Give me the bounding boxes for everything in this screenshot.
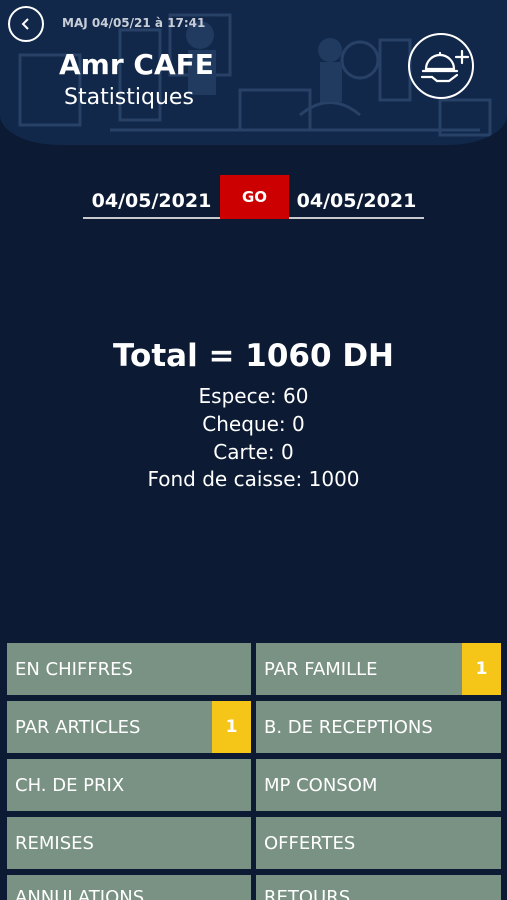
total-amount: Total = 1060 DH	[113, 338, 394, 374]
menu-label: ANNULATIONS	[15, 887, 145, 900]
count-badge: 1	[462, 643, 501, 695]
menu-retours-button[interactable]: RETOURS	[256, 875, 501, 900]
menu-remises-button[interactable]: REMISES	[7, 817, 251, 869]
menu-offertes-button[interactable]: OFFERTES	[256, 817, 501, 869]
stat-espece: Espece: 60	[198, 384, 309, 408]
menu-mp-consom-button[interactable]: MP CONSOM	[256, 759, 501, 811]
cloche-plus-icon	[420, 49, 470, 83]
header: MAJ 04/05/21 à 17:41 Amr CAFE Statistiqu…	[0, 0, 507, 145]
menu-label: B. DE RECEPTIONS	[264, 716, 433, 738]
page-subtitle: Statistiques	[64, 85, 194, 110]
menu-label: EN CHIFFRES	[15, 658, 133, 680]
last-update-text: MAJ 04/05/21 à 17:41	[62, 16, 206, 30]
chevron-left-icon	[21, 18, 29, 30]
menu-changement-prix-button[interactable]: CH. DE PRIX	[7, 759, 251, 811]
date-to-field[interactable]: 04/05/2021	[289, 185, 424, 219]
date-from-field[interactable]: 04/05/2021	[83, 185, 220, 219]
app-title: Amr CAFE	[59, 48, 214, 81]
menu-label: PAR FAMILLE	[264, 658, 378, 680]
stat-fond-caisse: Fond de caisse: 1000	[147, 467, 360, 491]
menu-label: CH. DE PRIX	[15, 774, 125, 796]
menu-label: RETOURS	[264, 887, 351, 900]
menu-en-chiffres-button[interactable]: EN CHIFFRES	[7, 643, 251, 695]
count-badge: 1	[212, 701, 251, 753]
date-range: 04/05/2021 GO 04/05/2021	[83, 175, 424, 219]
stat-cheque: Cheque: 0	[202, 412, 305, 436]
menu-label: OFFERTES	[264, 832, 356, 854]
menu-annulations-button[interactable]: ANNULATIONS	[7, 875, 251, 900]
menu-label: MP CONSOM	[264, 774, 378, 796]
stat-carte: Carte: 0	[213, 440, 294, 464]
menu-label: PAR ARTICLES	[15, 716, 141, 738]
menu-label: REMISES	[15, 832, 94, 854]
menu-receptions-button[interactable]: B. DE RECEPTIONS	[256, 701, 501, 753]
menu-par-famille-button[interactable]: PAR FAMILLE 1	[256, 643, 501, 695]
go-button[interactable]: GO	[220, 175, 289, 219]
menu-par-articles-button[interactable]: PAR ARTICLES 1	[7, 701, 251, 753]
add-dish-button[interactable]	[408, 33, 474, 99]
back-button[interactable]	[8, 6, 44, 42]
